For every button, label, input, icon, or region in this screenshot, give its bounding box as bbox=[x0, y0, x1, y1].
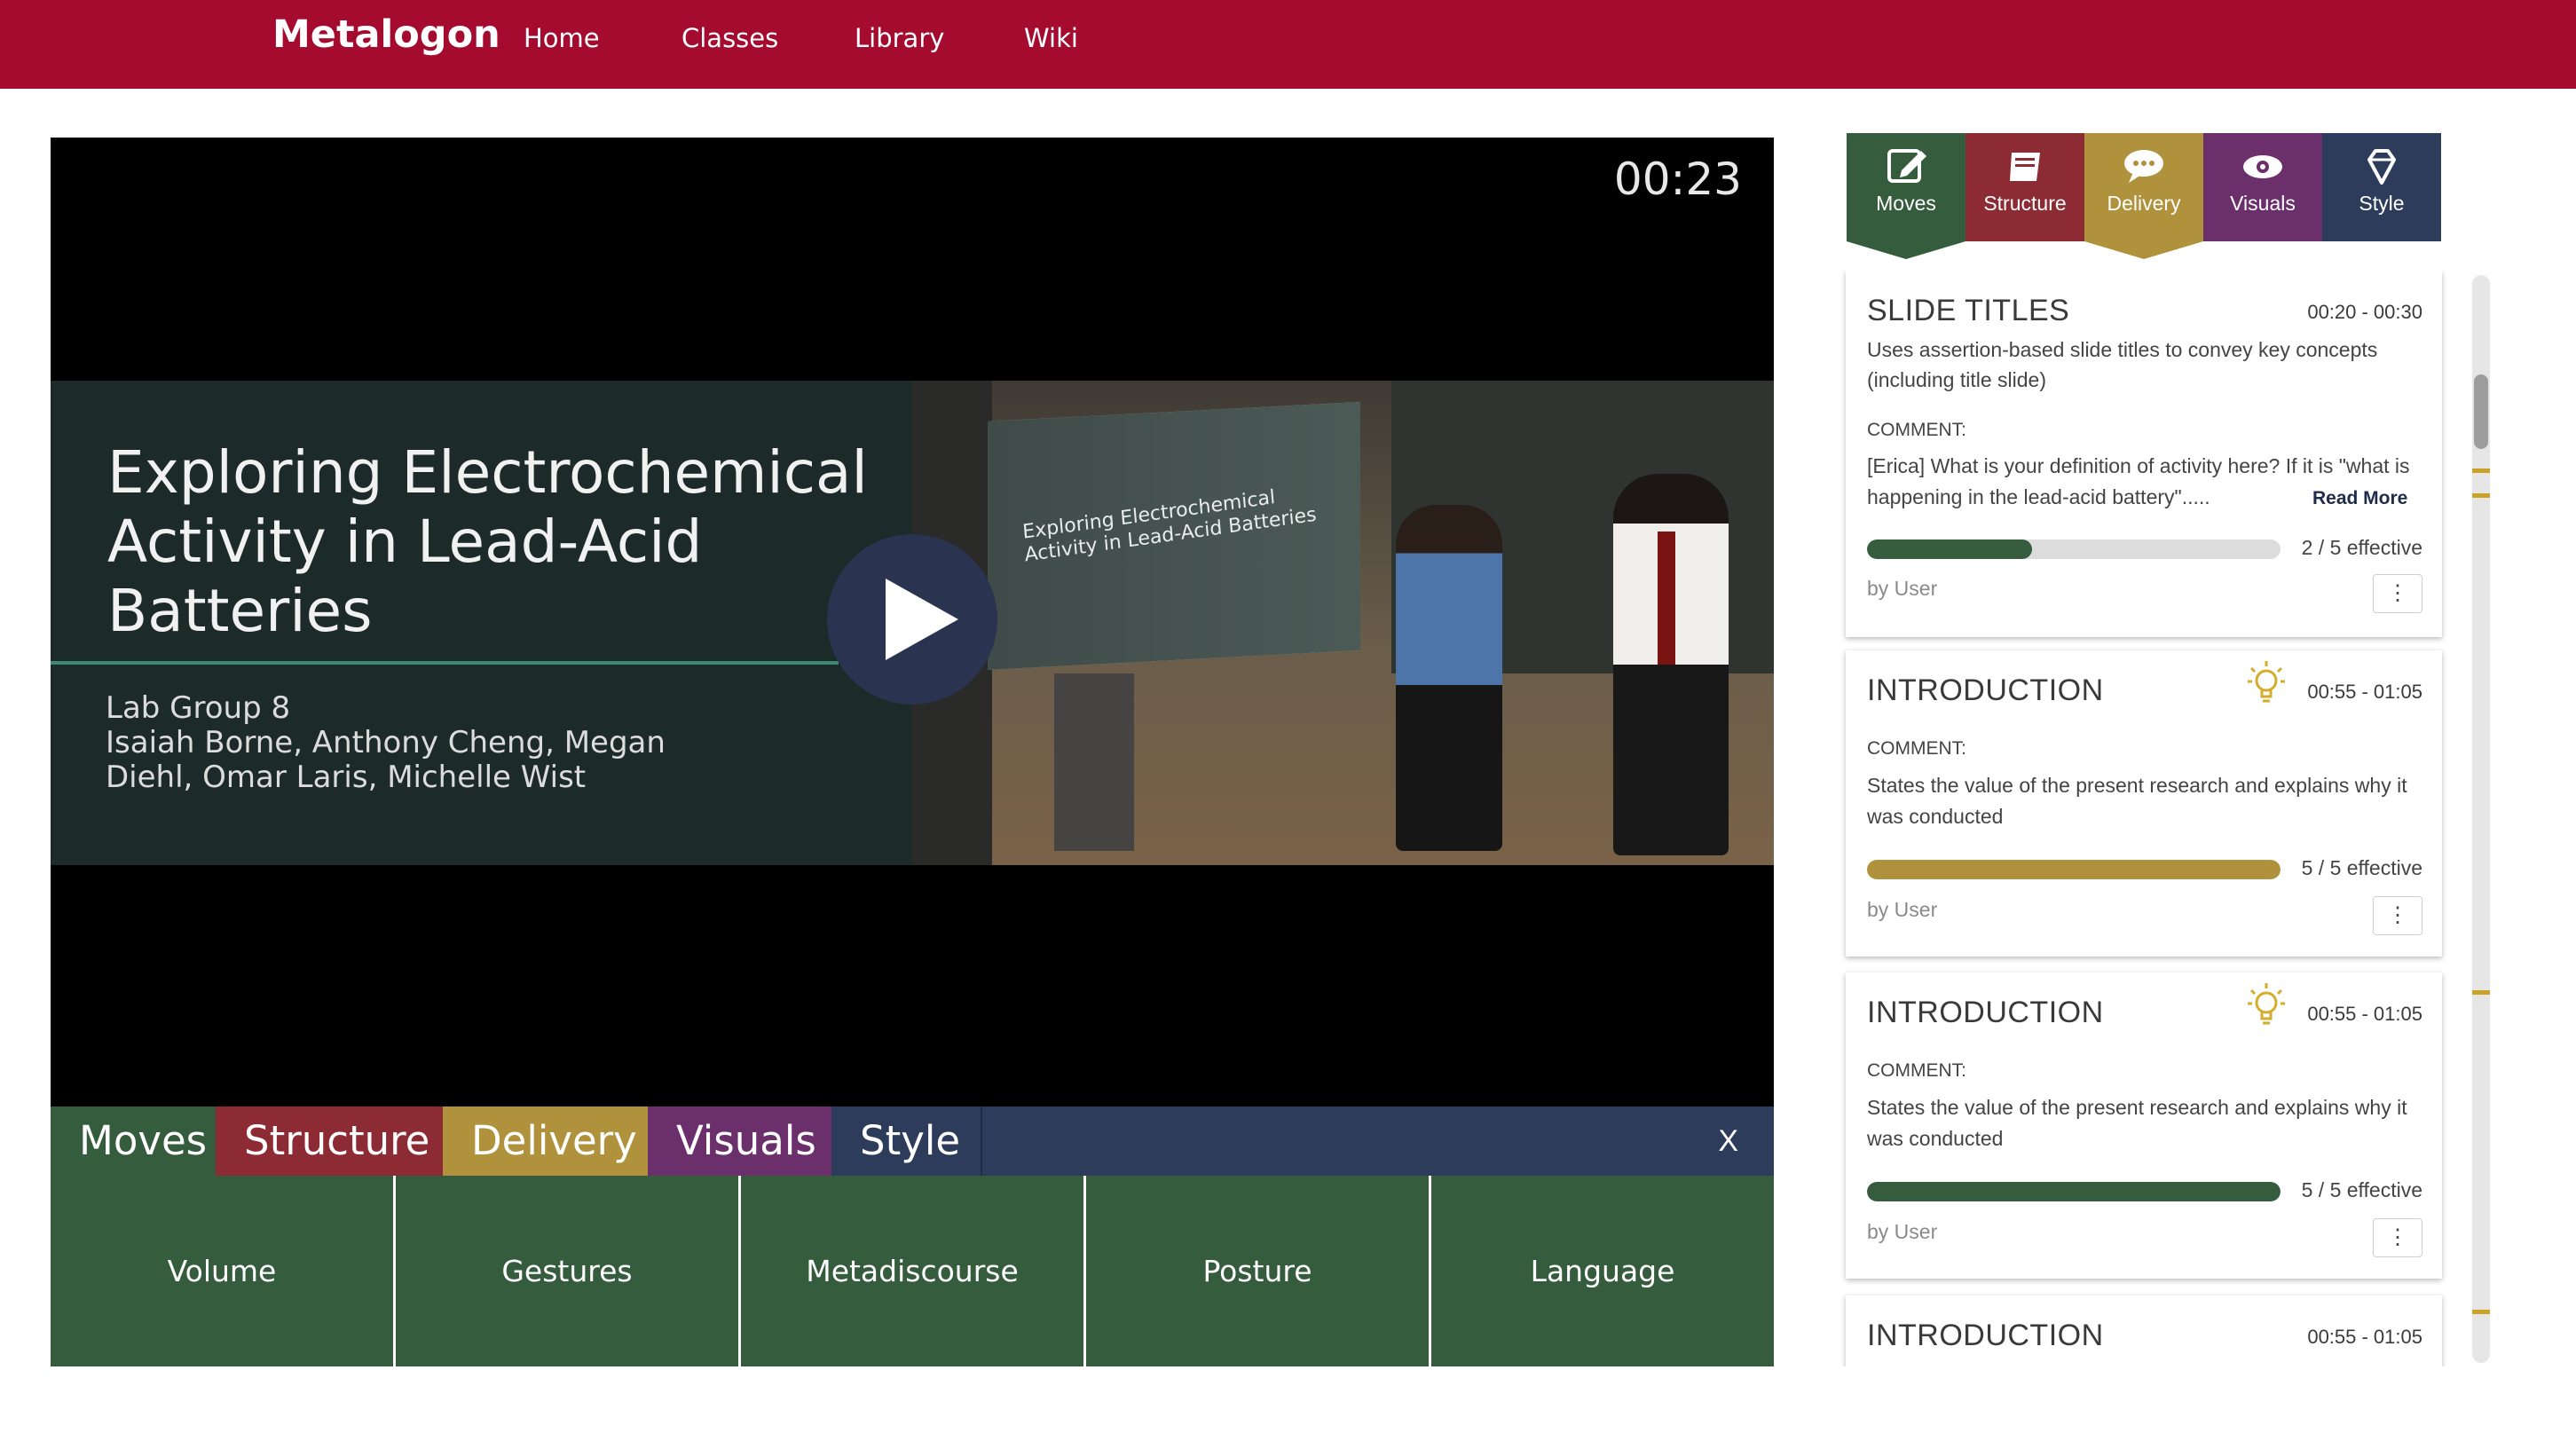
timeline-marker bbox=[2472, 469, 2490, 473]
timeline-marker bbox=[2472, 1310, 2490, 1314]
category-tab-visuals[interactable]: Visuals bbox=[648, 1106, 831, 1176]
effectiveness-bar-fill bbox=[1867, 860, 2281, 879]
nav-link-wiki[interactable]: Wiki bbox=[1024, 23, 1078, 53]
category-tab-style[interactable]: Style bbox=[831, 1106, 982, 1176]
card-title: INTRODUCTION bbox=[1867, 996, 2104, 1029]
right-tab-style[interactable]: Style bbox=[2322, 133, 2441, 241]
right-tab-structure[interactable]: Structure bbox=[1965, 133, 2084, 241]
item-posture[interactable]: Posture bbox=[1086, 1176, 1429, 1366]
card-menu-button[interactable]: ⋮ bbox=[2373, 896, 2422, 935]
timeline-marker bbox=[2472, 990, 2490, 995]
presenter-left bbox=[1396, 505, 1502, 851]
item-gestures[interactable]: Gestures bbox=[396, 1176, 738, 1366]
effectiveness-bar bbox=[1867, 1182, 2281, 1201]
slide-authors: Lab Group 8 Isaiah Borne, Anthony Cheng,… bbox=[106, 690, 666, 795]
category-item-grid: Volume Gestures Metadiscourse Posture La… bbox=[51, 1176, 1774, 1366]
card-timestamp[interactable]: 00:20 - 00:30 bbox=[2307, 301, 2422, 324]
play-button[interactable] bbox=[827, 534, 997, 705]
speech-bubble-icon bbox=[2124, 150, 2163, 183]
timeline-marker bbox=[2472, 493, 2490, 498]
lightbulb-icon bbox=[2248, 661, 2285, 703]
item-volume[interactable]: Volume bbox=[51, 1176, 393, 1366]
comment-label: COMMENT: bbox=[1867, 420, 1966, 440]
effectiveness-bar-fill bbox=[1867, 1182, 2281, 1201]
card-timestamp[interactable]: 00:55 - 01:05 bbox=[2307, 1326, 2422, 1349]
comment-text: States the value of the present research… bbox=[1867, 774, 2407, 828]
effectiveness-label: 2 / 5 effective bbox=[2301, 536, 2422, 559]
card-menu-button[interactable]: ⋮ bbox=[2373, 574, 2422, 613]
edit-icon bbox=[1887, 149, 1926, 183]
diamond-icon bbox=[2367, 149, 2396, 185]
top-nav-bar: Metalogon Home Classes Library Wiki bbox=[0, 0, 2576, 89]
card-description: Uses assertion-based slide titles to con… bbox=[1867, 338, 2378, 391]
category-tab-structure[interactable]: Structure bbox=[216, 1106, 443, 1176]
close-category-button[interactable]: X bbox=[1718, 1106, 1738, 1176]
annotation-card: INTRODUCTION 00:55 - 01:05 COMMENT: Stat… bbox=[1846, 650, 2442, 957]
read-more-link[interactable]: Read More bbox=[2312, 488, 2407, 509]
comment-text: States the value of the present research… bbox=[1867, 1096, 2407, 1150]
effectiveness-label: 5 / 5 effective bbox=[2301, 1178, 2422, 1201]
eye-icon bbox=[2243, 155, 2282, 178]
annotation-card: INTRODUCTION 00:55 - 01:05 COMMENT: Stat… bbox=[1846, 972, 2442, 1279]
effectiveness-bar bbox=[1867, 539, 2281, 559]
annotation-card: INTRODUCTION 00:55 - 01:05 bbox=[1846, 1295, 2442, 1366]
card-author: by User bbox=[1867, 898, 1938, 921]
effectiveness-label: 5 / 5 effective bbox=[2301, 856, 2422, 879]
card-menu-button[interactable]: ⋮ bbox=[2373, 1218, 2422, 1257]
book-icon bbox=[2010, 153, 2040, 181]
card-title: INTRODUCTION bbox=[1867, 673, 2104, 707]
card-author: by User bbox=[1867, 577, 1938, 600]
presentation-slide: Exploring Electrochemical Activity in Le… bbox=[51, 381, 912, 865]
comment-label: COMMENT: bbox=[1867, 1060, 1966, 1081]
classroom-photo: Exploring Electrochemical Activity in Le… bbox=[912, 381, 1774, 865]
annotation-list[interactable]: SLIDE TITLES 00:20 - 00:30 Uses assertio… bbox=[1840, 271, 2447, 1366]
video-player[interactable]: 00:23 Exploring Electrochemical Activity… bbox=[51, 138, 1774, 1106]
projector-screen: Exploring Electrochemical Activity in Le… bbox=[988, 401, 1360, 671]
brand-logo[interactable]: Metalogon bbox=[272, 12, 500, 57]
nav-link-home[interactable]: Home bbox=[524, 23, 600, 53]
presenter-tie bbox=[1658, 532, 1675, 665]
effectiveness-bar bbox=[1867, 860, 2281, 879]
card-timestamp[interactable]: 00:55 - 01:05 bbox=[2307, 1003, 2422, 1026]
right-tab-delivery[interactable]: Delivery bbox=[2084, 133, 2203, 241]
right-tab-moves[interactable]: Moves bbox=[1847, 133, 1965, 241]
comment-label: COMMENT: bbox=[1867, 738, 1966, 759]
podium bbox=[1054, 673, 1134, 851]
item-language[interactable]: Language bbox=[1431, 1176, 1774, 1366]
video-timer: 00:23 bbox=[1613, 154, 1742, 205]
card-title: INTRODUCTION bbox=[1867, 1319, 2104, 1352]
slide-title: Exploring Electrochemical Activity in Le… bbox=[107, 438, 868, 645]
slide-divider bbox=[51, 661, 839, 665]
card-author: by User bbox=[1867, 1220, 1938, 1243]
item-metadiscourse[interactable]: Metadiscourse bbox=[741, 1176, 1083, 1366]
category-tab-delivery[interactable]: Delivery bbox=[443, 1106, 648, 1176]
annotation-scrollbar-thumb[interactable] bbox=[2474, 374, 2488, 449]
category-tab-bar: Moves Structure Delivery Visuals Style X bbox=[51, 1106, 1774, 1176]
right-tab-visuals[interactable]: Visuals bbox=[2203, 133, 2322, 241]
nav-link-classes[interactable]: Classes bbox=[681, 23, 778, 53]
effectiveness-bar-fill bbox=[1867, 539, 2033, 559]
nav-link-library[interactable]: Library bbox=[855, 23, 944, 53]
category-tab-moves[interactable]: Moves bbox=[51, 1106, 216, 1176]
lightbulb-icon bbox=[2248, 983, 2285, 1025]
annotation-card: SLIDE TITLES 00:20 - 00:30 Uses assertio… bbox=[1846, 271, 2442, 637]
card-timestamp[interactable]: 00:55 - 01:05 bbox=[2307, 681, 2422, 704]
card-title: SLIDE TITLES bbox=[1867, 294, 2070, 327]
